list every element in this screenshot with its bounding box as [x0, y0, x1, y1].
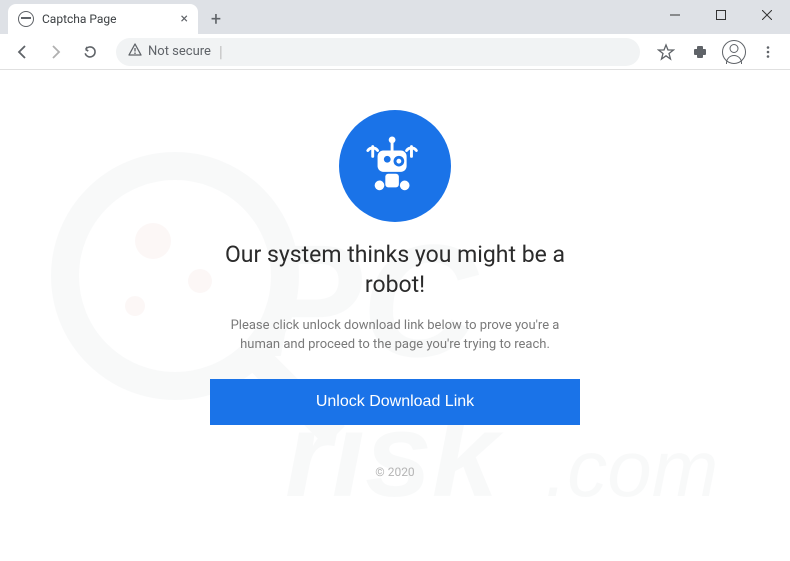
menu-button[interactable] — [754, 38, 782, 66]
reload-button[interactable] — [76, 38, 104, 66]
browser-toolbar: Not secure | — [0, 34, 790, 70]
forward-button[interactable] — [42, 38, 70, 66]
browser-title-bar: Captcha Page × + — [0, 0, 790, 34]
extensions-icon[interactable] — [686, 38, 714, 66]
profile-avatar[interactable] — [720, 38, 748, 66]
close-window-button[interactable] — [744, 0, 790, 30]
new-tab-button[interactable]: + — [202, 5, 230, 33]
robot-icon — [339, 110, 451, 222]
captcha-card: Our system thinks you might be a robot! … — [210, 110, 580, 479]
avatar-icon — [722, 40, 746, 64]
address-bar[interactable]: Not secure | — [116, 38, 640, 66]
close-tab-icon[interactable]: × — [181, 11, 188, 27]
captcha-subtext: Please click unlock download link below … — [210, 316, 580, 355]
window-controls — [652, 0, 790, 30]
captcha-headline: Our system thinks you might be a robot! — [210, 240, 580, 300]
browser-tab[interactable]: Captcha Page × — [8, 4, 198, 34]
url-separator: | — [219, 42, 223, 61]
toolbar-right — [652, 38, 782, 66]
copyright-text: © 2020 — [210, 465, 580, 479]
bookmark-star-icon[interactable] — [652, 38, 680, 66]
maximize-button[interactable] — [698, 0, 744, 30]
back-button[interactable] — [8, 38, 36, 66]
security-indicator[interactable]: Not secure — [128, 43, 211, 61]
minimize-button[interactable] — [652, 0, 698, 30]
tab-title: Captcha Page — [42, 12, 173, 26]
globe-icon — [18, 11, 34, 27]
not-secure-label: Not secure — [148, 44, 211, 59]
warning-icon — [128, 43, 142, 61]
page-content: PC risk .com Our system — [0, 70, 790, 561]
unlock-download-button[interactable]: Unlock Download Link — [210, 379, 580, 425]
